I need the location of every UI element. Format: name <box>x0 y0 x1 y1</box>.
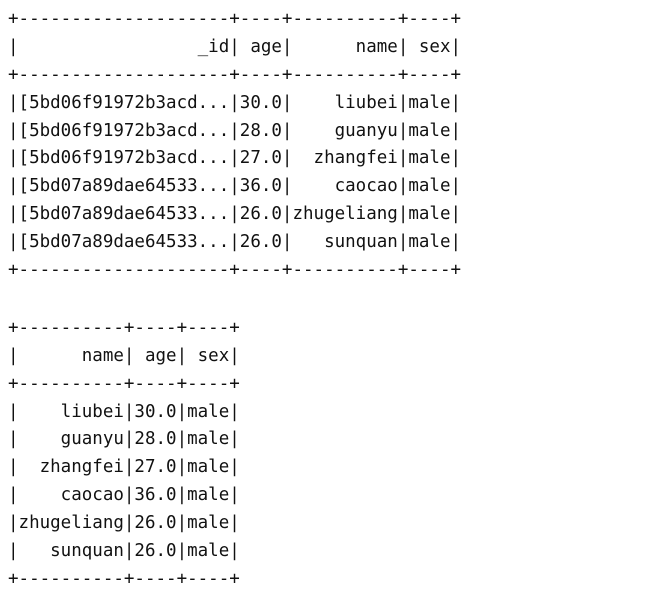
dataframe-table-selected: +----------+----+----+ | name| age| sex| +… <box>8 315 638 592</box>
table-border-bottom: +--------------------+----+----------+--… <box>8 260 462 281</box>
table-row: |[5bd06f91972b3acd...|30.0| liubei|male| <box>8 92 462 113</box>
table-row: | zhangfei|27.0|male| <box>8 457 240 478</box>
table-header-row: | name| age| sex| <box>8 345 240 366</box>
table-row: | guanyu|28.0|male| <box>8 429 240 450</box>
table-row: |[5bd06f91972b3acd...|27.0| zhangfei|mal… <box>8 148 462 169</box>
table-row: | sunquan|26.0|male| <box>8 541 240 562</box>
table-row: |[5bd06f91972b3acd...|28.0| guanyu|male| <box>8 120 462 141</box>
dataframe-table-full: +--------------------+----+----------+--… <box>8 6 638 285</box>
table-border-header: +----------+----+----+ <box>8 373 240 394</box>
table-row: | liubei|30.0|male| <box>8 401 240 422</box>
table-row: |zhugeliang|26.0|male| <box>8 513 240 534</box>
table-header-row: | _id| age| name| sex| <box>8 36 462 57</box>
terminal-output: +--------------------+----+----------+--… <box>8 6 638 592</box>
table-border-top: +----------+----+----+ <box>8 317 240 338</box>
table-border-header: +--------------------+----+----------+--… <box>8 64 462 85</box>
table-border-top: +--------------------+----+----------+--… <box>8 9 462 29</box>
table-border-bottom: +----------+----+----+ <box>8 568 240 589</box>
table-row: |[5bd07a89dae64533...|26.0|zhugeliang|ma… <box>8 204 462 225</box>
table-row: |[5bd07a89dae64533...|36.0| caocao|male| <box>8 176 462 197</box>
table-row: | caocao|36.0|male| <box>8 485 240 506</box>
table-row: |[5bd07a89dae64533...|26.0| sunquan|male… <box>8 232 462 253</box>
table-spacer <box>8 285 638 315</box>
